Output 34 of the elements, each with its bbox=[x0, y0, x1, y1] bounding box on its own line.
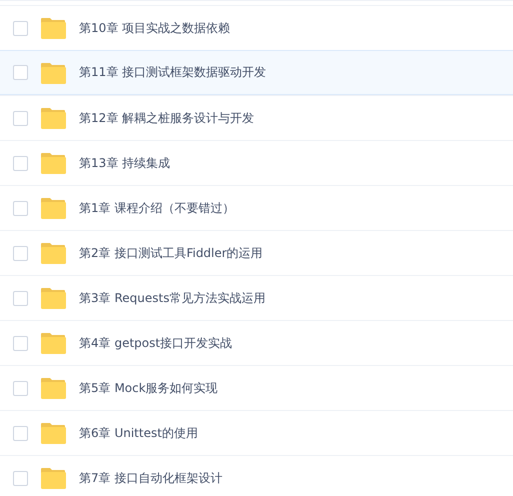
folder-icon bbox=[40, 422, 66, 444]
checkbox[interactable] bbox=[13, 380, 28, 396]
folder-icon bbox=[40, 377, 66, 399]
checkbox[interactable] bbox=[13, 20, 28, 36]
folder-name[interactable]: 第7章 接口自动化框架设计 bbox=[79, 470, 222, 486]
folder-name[interactable]: 第13章 持续集成 bbox=[79, 154, 170, 172]
folder-icon bbox=[40, 17, 66, 39]
folder-name[interactable]: 第4章 getpost接口开发实战 bbox=[79, 334, 232, 352]
checkbox[interactable] bbox=[13, 65, 28, 80]
folder-name[interactable]: 第2章 接口测试工具Fiddler的运用 bbox=[79, 244, 263, 262]
checkbox[interactable] bbox=[13, 470, 28, 486]
folder-icon bbox=[40, 332, 66, 354]
checkbox[interactable] bbox=[13, 110, 28, 126]
folder-icon bbox=[40, 467, 66, 489]
checkbox[interactable] bbox=[13, 156, 28, 170]
folder-icon bbox=[40, 107, 66, 129]
folder-icon bbox=[40, 242, 66, 264]
folder-name[interactable]: 第6章 Unittest的使用 bbox=[79, 424, 198, 442]
folder-name[interactable]: 第3章 Requests常见方法实战运用 bbox=[79, 290, 266, 306]
folder-name[interactable]: 第1章 课程介绍（不要错过） bbox=[79, 200, 234, 216]
folder-name[interactable]: 第5章 Mock服务如何实现 bbox=[79, 380, 218, 396]
checkbox[interactable] bbox=[13, 200, 28, 216]
folder-name[interactable]: 第12章 解耦之桩服务设计与开发 bbox=[79, 110, 254, 126]
folder-name[interactable]: 第10章 项目实战之数据依赖 bbox=[79, 20, 230, 36]
folder-icon bbox=[40, 287, 66, 309]
folder-icon bbox=[40, 62, 66, 84]
checkbox[interactable] bbox=[13, 290, 28, 306]
folder-icon bbox=[40, 197, 66, 219]
checkbox[interactable] bbox=[13, 336, 28, 350]
folder-icon bbox=[40, 152, 66, 174]
file-row-highlight[interactable]: 第11章 接口测试框架数据驱动开发 bbox=[0, 50, 513, 95]
checkbox[interactable] bbox=[13, 246, 28, 260]
folder-name[interactable]: 第11章 接口测试框架数据驱动开发 bbox=[79, 64, 266, 81]
checkbox[interactable] bbox=[13, 426, 28, 440]
